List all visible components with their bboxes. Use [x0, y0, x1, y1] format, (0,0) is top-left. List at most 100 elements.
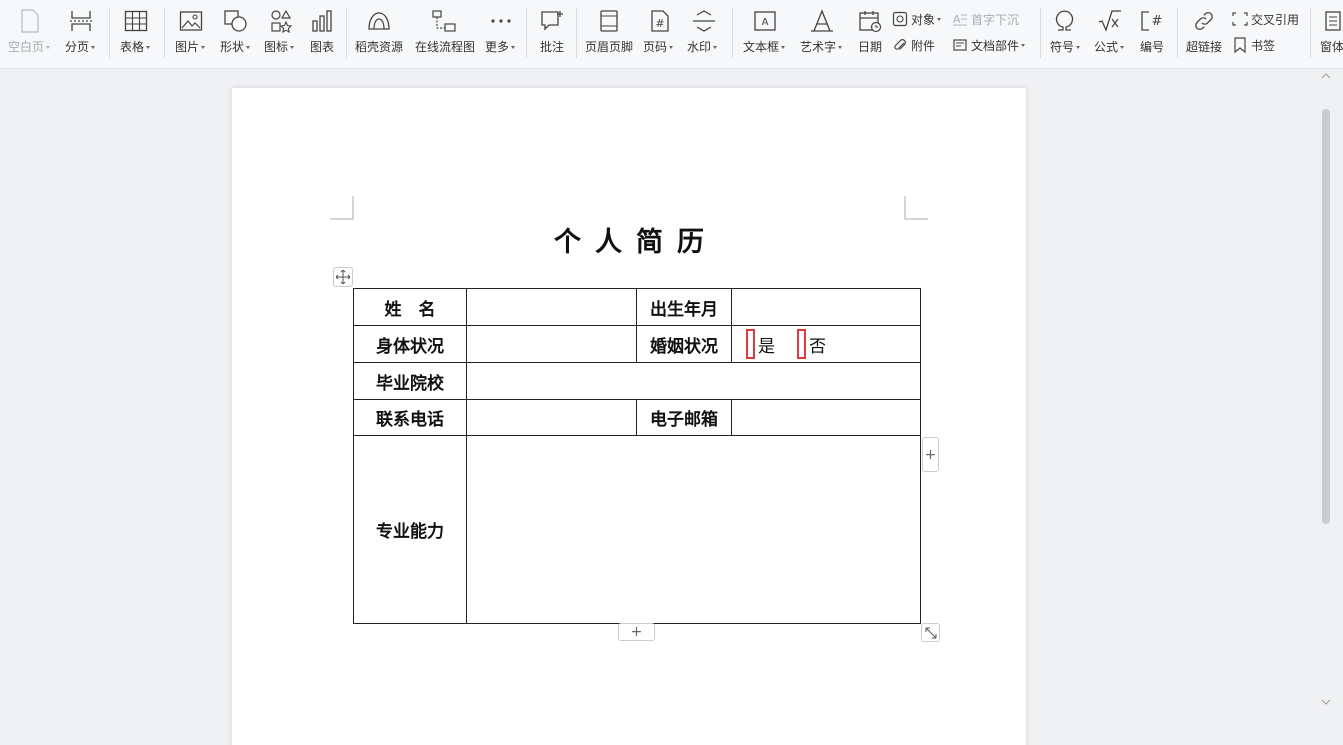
cell-phone-value[interactable] — [466, 399, 637, 436]
window-button[interactable]: 窗体 — [1316, 0, 1343, 66]
header-footer-button[interactable]: 页眉页脚 — [582, 0, 636, 66]
watermark-button[interactable]: 水印 — [684, 0, 724, 66]
cell-school-value[interactable] — [466, 362, 921, 400]
svg-text:#: # — [655, 17, 664, 30]
margin-corner-top-right — [904, 196, 928, 220]
shape-icon — [215, 9, 257, 33]
checkbox-yes[interactable] — [746, 329, 755, 359]
cell-school-label[interactable]: 毕业院校 — [353, 362, 467, 400]
more-label: 更多 — [485, 40, 510, 54]
window-label: 窗体 — [1320, 40, 1343, 54]
cell-email-value[interactable] — [731, 399, 921, 436]
object-label: 对象 — [911, 12, 936, 27]
shape-label: 形状 — [220, 40, 245, 54]
icons-button[interactable]: 图标 — [260, 0, 302, 66]
object-button[interactable]: 对象 — [892, 9, 942, 29]
add-row-label: + — [630, 624, 643, 640]
attachment-button[interactable]: 附件 — [892, 35, 935, 55]
formula-label: 公式 — [1094, 40, 1119, 54]
flowchart-icon — [412, 9, 476, 33]
page-number-label: 页码 — [643, 40, 668, 54]
cell-birth-label[interactable]: 出生年月 — [636, 288, 732, 326]
page-number-button[interactable]: # 页码 — [640, 0, 680, 66]
ribbon-divider — [732, 8, 733, 58]
numbering-button[interactable]: # 编号 — [1134, 0, 1170, 66]
bookmark-button[interactable]: 书签 — [1232, 35, 1275, 55]
vertical-scrollbar[interactable] — [1319, 69, 1343, 745]
link-icon — [1182, 9, 1226, 33]
paperclip-icon — [892, 37, 908, 53]
doc-parts-icon — [952, 37, 968, 53]
scroll-down-icon[interactable] — [1321, 698, 1331, 706]
cell-birth-value[interactable] — [731, 288, 921, 326]
textbox-button[interactable]: A 文本框 — [740, 0, 790, 66]
resources-label: 稻壳资源 — [355, 40, 404, 54]
hyperlink-label: 超链接 — [1186, 40, 1223, 54]
symbol-label: 符号 — [1050, 40, 1075, 54]
cell-marital-label[interactable]: 婚姻状况 — [636, 325, 732, 363]
wordart-button[interactable]: 艺术字 — [797, 0, 847, 66]
document-title[interactable]: 个人简历 — [232, 220, 1026, 259]
cell-phone-label[interactable]: 联系电话 — [353, 399, 467, 436]
svg-text:A: A — [953, 13, 961, 26]
add-row-button[interactable]: + — [618, 623, 655, 641]
ribbon-divider — [1040, 8, 1041, 58]
ribbon-divider — [1177, 8, 1178, 58]
chart-button[interactable]: 图表 — [304, 0, 340, 66]
ribbon-divider — [109, 8, 110, 58]
calendar-icon — [853, 9, 887, 33]
cell-health-label[interactable]: 身体状况 — [353, 325, 467, 363]
ribbon-divider — [1310, 8, 1311, 58]
cell-skills-label[interactable]: 专业能力 — [353, 435, 467, 624]
more-button[interactable]: 更多 — [481, 0, 521, 66]
hyperlink-button[interactable]: 超链接 — [1182, 0, 1226, 66]
cell-name-label[interactable]: 姓 名 — [353, 288, 467, 326]
drop-cap-icon: A — [952, 11, 968, 27]
date-button[interactable]: 日期 — [853, 0, 887, 66]
picture-button[interactable]: 图片 — [170, 0, 212, 66]
scrollbar-thumb[interactable] — [1322, 109, 1330, 524]
more-icon — [481, 9, 521, 33]
window-icon — [1316, 9, 1343, 33]
table-resize-handle[interactable] — [921, 623, 940, 642]
table-button[interactable]: 表格 — [115, 0, 157, 66]
blank-page-label: 空白页 — [8, 40, 45, 54]
drop-cap-button[interactable]: A 首字下沉 — [952, 9, 1019, 29]
symbol-button[interactable]: 符号 — [1046, 0, 1086, 66]
cross-reference-button[interactable]: 交叉引用 — [1232, 9, 1299, 29]
add-column-button[interactable]: + — [922, 437, 939, 472]
shape-button[interactable]: 形状 — [215, 0, 257, 66]
flowchart-label: 在线流程图 — [415, 40, 476, 54]
comment-button[interactable]: 批注 — [532, 0, 572, 66]
watermark-label: 水印 — [687, 40, 712, 54]
cell-health-value[interactable] — [466, 325, 637, 363]
formula-icon — [1090, 9, 1130, 33]
checkbox-no[interactable] — [797, 329, 806, 359]
page-break-button[interactable]: 分页 — [60, 0, 102, 66]
cell-name-value[interactable] — [466, 288, 637, 326]
cross-reference-label: 交叉引用 — [1251, 12, 1300, 27]
resume-table[interactable]: 姓 名 出生年月 身体状况 婚姻状况 是否 毕业院校 联系电话 电子邮箱 专业能… — [353, 288, 921, 624]
numbering-label: 编号 — [1140, 40, 1165, 54]
icons-icon — [260, 9, 302, 33]
resources-button[interactable]: 稻壳资源 — [352, 0, 406, 66]
svg-text:A: A — [762, 17, 769, 28]
blank-page-button[interactable]: 空白页 — [6, 0, 54, 66]
object-icon — [892, 11, 908, 27]
picture-icon — [170, 9, 212, 33]
header-footer-label: 页眉页脚 — [585, 40, 634, 54]
icons-label: 图标 — [264, 40, 289, 54]
chart-label: 图表 — [310, 40, 335, 54]
formula-button[interactable]: 公式 — [1090, 0, 1130, 66]
page-number-icon: # — [640, 9, 680, 33]
ribbon-divider — [164, 8, 165, 58]
doc-parts-button[interactable]: 文档部件 — [952, 35, 1026, 55]
cell-email-label[interactable]: 电子邮箱 — [636, 399, 732, 436]
chart-icon — [304, 9, 340, 33]
bookmark-icon — [1232, 37, 1248, 53]
cell-skills-value[interactable] — [466, 435, 921, 624]
table-move-handle[interactable] — [333, 267, 353, 287]
flowchart-button[interactable]: 在线流程图 — [412, 0, 476, 66]
cell-marital-value[interactable]: 是否 — [731, 325, 921, 363]
scroll-up-icon[interactable] — [1321, 72, 1331, 80]
